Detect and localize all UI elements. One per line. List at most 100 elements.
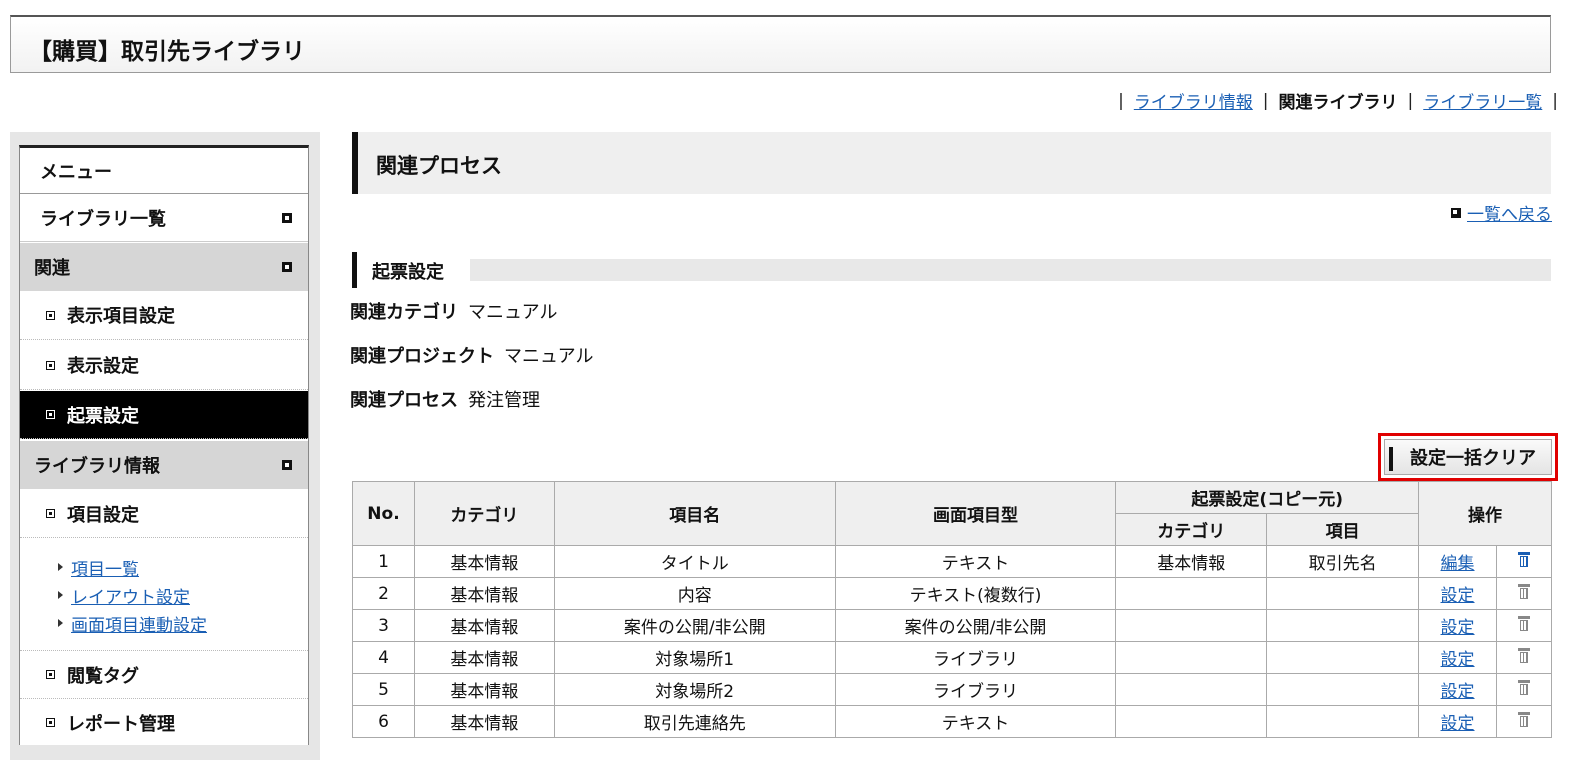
cell-source-category [1115, 705, 1268, 738]
cell-no: 6 [352, 705, 415, 738]
sidebar-link-layout-settings[interactable]: レイアウト設定 [71, 583, 190, 608]
sidebar-item-label: ライブラリ一覧 [40, 208, 166, 230]
cell-screen-type: ライブラリ [834, 641, 1117, 674]
info-value: マニュアル [504, 346, 594, 367]
triangle-bullet-icon [58, 619, 63, 627]
table-row: 4 基本情報 対象場所1 ライブラリ 設定 [352, 641, 1552, 674]
sidebar-link-linkage-row: 画面項目連動設定 [58, 609, 308, 637]
col-header-category: カテゴリ [413, 481, 555, 546]
bullet-square-icon [46, 360, 55, 370]
cell-no: 4 [352, 641, 415, 674]
subsection-header: 起票設定 [352, 252, 1551, 288]
bullet-square-icon [46, 410, 55, 419]
cell-screen-type: ライブラリ [834, 673, 1117, 706]
nav-separator: | [1407, 90, 1414, 111]
cell-category: 基本情報 [413, 673, 555, 706]
trash-icon [1518, 615, 1530, 631]
cell-item-name: 案件の公開/非公開 [553, 609, 836, 642]
expand-icon [282, 460, 292, 470]
trash-icon [1518, 583, 1530, 599]
col-header-operations: 操作 [1418, 481, 1552, 546]
cell-no: 2 [352, 577, 415, 610]
cell-screen-type: テキスト [834, 705, 1117, 738]
sidebar-item-display-item-settings[interactable]: 表示項目設定 [20, 291, 308, 340]
col-header-copy-source: 起票設定(コピー元) [1115, 481, 1420, 514]
info-label: 関連カテゴリ [350, 302, 458, 323]
nav-library-list-link[interactable]: ライブラリ一覧 [1423, 88, 1542, 113]
sidebar-item-item-settings[interactable]: 項目設定 [20, 490, 308, 538]
bullet-square-icon [46, 310, 55, 320]
cell-source-item [1266, 609, 1420, 642]
trash-icon[interactable] [1518, 551, 1530, 567]
triangle-bullet-icon [58, 563, 63, 571]
info-related-process: 関連プロセス 発注管理 [350, 386, 540, 412]
sidebar-item-view-tags[interactable]: 閲覧タグ [20, 650, 308, 699]
table-row: 1 基本情報 タイトル テキスト 基本情報 取引先名 編集 [352, 545, 1552, 578]
cell-action: 設定 [1418, 641, 1497, 674]
trash-icon [1518, 679, 1530, 695]
back-link-row: 一覧へ戻る [1451, 200, 1552, 225]
set-link[interactable]: 設定 [1441, 618, 1475, 638]
clear-all-settings-button[interactable]: 設定一括クリア [1384, 439, 1552, 475]
cell-source-item [1266, 673, 1420, 706]
set-link[interactable]: 設定 [1441, 650, 1475, 670]
sidebar-item-label: ライブラリ情報 [34, 456, 160, 477]
cell-delete [1496, 609, 1552, 642]
page-title: 【購買】取引先ライブラリ [29, 39, 305, 65]
sidebar-item-library-list[interactable]: ライブラリ一覧 [20, 194, 308, 242]
cell-category: 基本情報 [413, 705, 555, 738]
sidebar-category-library-info[interactable]: ライブラリ情報 [20, 441, 308, 489]
sidebar-item-report-management[interactable]: レポート管理 [20, 700, 308, 745]
cell-source-item [1266, 705, 1420, 738]
sidebar-item-display-settings[interactable]: 表示設定 [20, 341, 308, 390]
sidebar-header-label: メニュー [40, 161, 112, 183]
set-link[interactable]: 設定 [1441, 586, 1475, 606]
col-header-no: No. [352, 481, 415, 546]
table-row: 2 基本情報 内容 テキスト(複数行) 設定 [352, 577, 1552, 610]
table-row: 5 基本情報 対象場所2 ライブラリ 設定 [352, 673, 1552, 706]
cell-delete [1496, 673, 1552, 706]
back-to-list-link[interactable]: 一覧へ戻る [1467, 200, 1552, 225]
cell-item-name: 内容 [553, 577, 836, 610]
bullet-square-icon [46, 509, 55, 518]
set-link[interactable]: 設定 [1441, 682, 1475, 702]
sidebar-item-label: 項目設定 [67, 504, 139, 526]
cell-source-category [1115, 673, 1268, 706]
cell-delete [1496, 705, 1552, 738]
cell-category: 基本情報 [413, 641, 555, 674]
clear-button-label: 設定一括クリア [1410, 448, 1536, 469]
clear-all-settings-highlight: 設定一括クリア [1378, 433, 1558, 481]
cell-screen-type: 案件の公開/非公開 [834, 609, 1117, 642]
sidebar-item-label: 関連 [34, 258, 70, 279]
set-link[interactable]: 設定 [1441, 714, 1475, 734]
cell-source-category [1115, 609, 1268, 642]
cell-source-category [1115, 641, 1268, 674]
sidebar-link-layout-row: レイアウト設定 [58, 581, 308, 609]
info-related-category: 関連カテゴリ マニュアル [350, 298, 557, 324]
sidebar-item-label: レポート管理 [67, 713, 175, 735]
subsection-title: 起票設定 [372, 262, 444, 283]
sidebar-link-item-list[interactable]: 項目一覧 [71, 555, 139, 580]
sidebar-category-related[interactable]: 関連 [20, 243, 308, 291]
cell-delete [1496, 545, 1552, 578]
section-header: 関連プロセス [352, 132, 1551, 194]
info-related-project: 関連プロジェクト マニュアル [350, 342, 593, 368]
sidebar-item-issue-settings[interactable]: 起票設定 [20, 391, 308, 439]
info-value: 発注管理 [468, 390, 540, 411]
cell-item-name: 対象場所1 [553, 641, 836, 674]
bullet-square-icon [46, 670, 55, 679]
sidebar-link-screen-item-linkage[interactable]: 画面項目連動設定 [71, 611, 207, 636]
cell-category: 基本情報 [413, 545, 555, 578]
sidebar-menu: メニュー ライブラリ一覧 関連 表示項目設定 表示設定 起票設定 ライブラリ情報… [19, 145, 309, 745]
col-header-copy-item: 項目 [1266, 513, 1420, 546]
info-label: 関連プロセス [350, 390, 458, 411]
nav-library-info-link[interactable]: ライブラリ情報 [1134, 88, 1253, 113]
cell-source-item: 取引先名 [1266, 545, 1420, 578]
sidebar-link-item-list-row: 項目一覧 [58, 553, 308, 581]
cell-item-name: 対象場所2 [553, 673, 836, 706]
expand-icon [282, 212, 292, 223]
edit-link[interactable]: 編集 [1441, 554, 1475, 574]
bullet-square-icon [46, 718, 55, 727]
cell-category: 基本情報 [413, 609, 555, 642]
cell-delete [1496, 641, 1552, 674]
